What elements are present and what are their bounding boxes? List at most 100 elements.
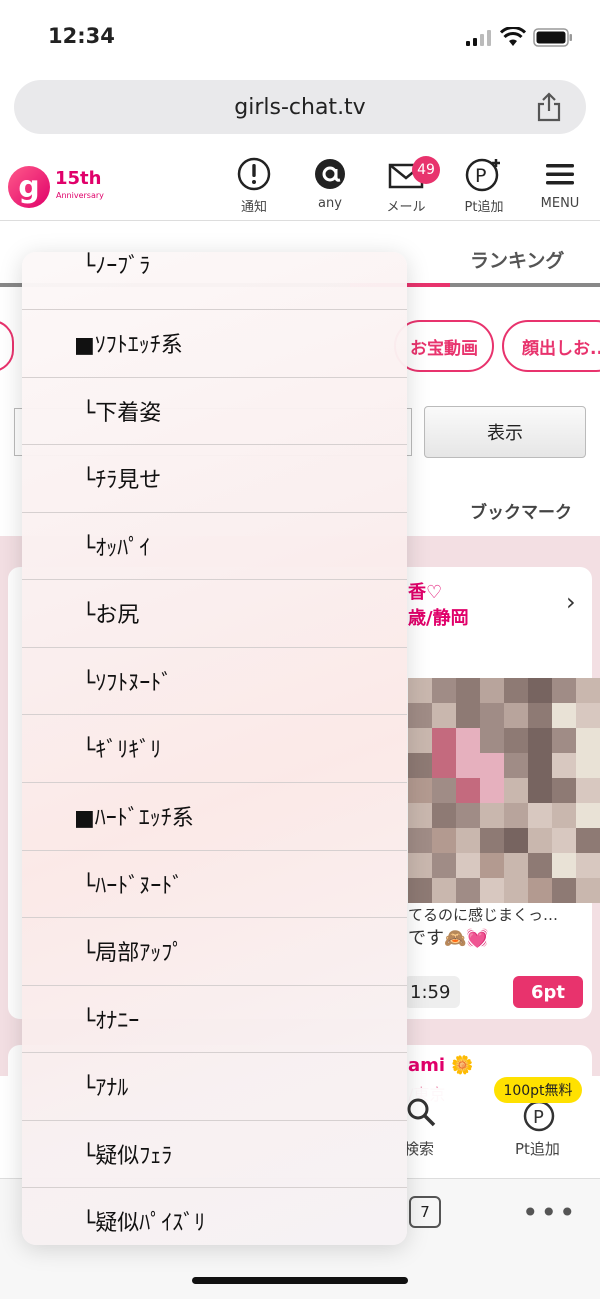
picker-option[interactable]: └ｵｯﾊﾟｲ [22, 512, 407, 579]
free-points-badge: 100pt無料 [494, 1077, 582, 1103]
mosaic-tile [552, 853, 576, 878]
pill-label: お宝動画 [410, 338, 478, 359]
mosaic-tile [480, 853, 504, 878]
cellular-signal-icon [466, 30, 491, 46]
svg-text:P: P [533, 1107, 544, 1128]
bookmark-link[interactable]: ブックマーク [470, 498, 572, 523]
search-icon[interactable] [405, 1096, 437, 1128]
mosaic-tile [576, 678, 600, 703]
mosaic-tile [432, 878, 456, 903]
pt-add-label: Pt追加 [464, 200, 504, 215]
mosaic-tile [408, 678, 432, 703]
picker-option[interactable]: └ｵﾅﾆｰ [22, 985, 407, 1052]
more-icon[interactable]: ••• [522, 1196, 578, 1229]
mosaic-tile [504, 753, 528, 778]
share-icon[interactable] [536, 92, 562, 122]
picker-option[interactable]: └ｱﾅﾙ [22, 1052, 407, 1119]
picker-option[interactable]: └ﾁﾗ見せ [22, 444, 407, 511]
performer-description: てるのに感じまくっ… [408, 906, 559, 924]
performer-age-location: 歳/静岡 [408, 608, 469, 629]
mosaic-tile [456, 828, 480, 853]
address-bar[interactable]: girls-chat.tv [14, 80, 586, 134]
mosaic-tile [480, 803, 504, 828]
mosaic-tile [576, 828, 600, 853]
mosaic-tile [504, 878, 528, 903]
bell-exclamation-icon [237, 157, 271, 191]
mosaic-tile [408, 828, 432, 853]
notification-label: 通知 [240, 200, 267, 215]
picker-option[interactable]: └ｷﾞﾘｷﾞﾘ [22, 714, 407, 781]
at-icon [315, 159, 345, 189]
home-indicator [192, 1277, 408, 1284]
mosaic-tile [480, 703, 504, 728]
mosaic-tile [552, 828, 576, 853]
mosaic-tile [504, 778, 528, 803]
mosaic-tile [480, 753, 504, 778]
picker-option[interactable]: └ﾊｰﾄﾞﾇｰﾄﾞ [22, 850, 407, 917]
mosaic-tile [432, 853, 456, 878]
picker-option[interactable]: ■ﾊｰﾄﾞｴｯﾁ系 [22, 782, 407, 849]
mosaic-tile [504, 728, 528, 753]
logo-15th: 15th [55, 168, 102, 189]
picker-option[interactable]: └下着姿 [22, 377, 407, 444]
mosaic-tile [504, 828, 528, 853]
chevron-right-icon[interactable]: › [566, 588, 576, 616]
pill-label: 顔出しお... [522, 338, 600, 359]
mosaic-tile [528, 878, 552, 903]
logo-anniversary: Anniversary [56, 191, 104, 200]
wifi-icon [500, 27, 526, 46]
mosaic-tile [552, 703, 576, 728]
mosaic-tile [528, 728, 552, 753]
mosaic-tile [576, 853, 600, 878]
pt-add-button[interactable]: P Pt追加 [448, 156, 520, 218]
mosaic-tile [408, 878, 432, 903]
category-pill-treasure[interactable]: お宝動画 [394, 320, 494, 372]
nav-pt-label: Pt追加 [515, 1140, 560, 1158]
mosaic-tile [576, 778, 600, 803]
category-pill-face[interactable]: 顔出しお... [502, 320, 600, 372]
picker-option[interactable]: └疑似ﾌｪﾗ [22, 1120, 407, 1187]
mail-label: メール [386, 200, 426, 215]
mosaic-tile [432, 828, 456, 853]
select-picker[interactable]: └ﾉｰﾌﾞﾗ ■ｿﾌﾄｴｯﾁ系 └下着姿 └ﾁﾗ見せ └ｵｯﾊﾟｲ └お尻 └ｿﾌﾄﾇｰﾄﾞ… [22, 252, 407, 1245]
picker-option[interactable]: └局部ｱｯﾌﾟ [22, 917, 407, 984]
mosaic-tile [480, 828, 504, 853]
site-logo[interactable]: g [8, 166, 50, 208]
pt-icon[interactable]: P [523, 1100, 555, 1132]
picker-option[interactable]: ■ｿﾌﾄｴｯﾁ系 [22, 309, 407, 376]
picker-option[interactable]: └ｿﾌﾄﾇｰﾄﾞ [22, 647, 407, 714]
mosaic-tile [552, 803, 576, 828]
mosaic-tile [432, 678, 456, 703]
mosaic-tile [552, 678, 576, 703]
mosaic-tile [432, 728, 456, 753]
performer-name-2: ami 🌼 [408, 1055, 474, 1076]
url-text: girls-chat.tv [234, 94, 366, 120]
mosaic-tile [408, 703, 432, 728]
mosaic-tile [528, 853, 552, 878]
menu-button[interactable]: MENU [524, 156, 596, 218]
mosaic-tile [408, 753, 432, 778]
any-label: any [318, 196, 342, 211]
category-pill-partial[interactable] [0, 320, 14, 372]
mosaic-tile [576, 878, 600, 903]
show-button[interactable]: 表示 [424, 406, 586, 458]
tab-ranking[interactable]: ランキング [470, 246, 564, 273]
notification-button[interactable]: 通知 [218, 156, 290, 218]
performer-name: 香♡ [408, 582, 443, 603]
mosaic-tile [432, 778, 456, 803]
mosaic-tile [408, 853, 432, 878]
battery-icon [533, 28, 572, 47]
mosaic-tile [408, 803, 432, 828]
mosaic-tile [456, 803, 480, 828]
picker-option[interactable]: └お尻 [22, 579, 407, 646]
menu-label: MENU [540, 196, 580, 211]
any-button[interactable]: any [294, 156, 366, 218]
picker-option[interactable]: └ﾉｰﾌﾞﾗ [22, 252, 407, 297]
mosaic-tile [432, 703, 456, 728]
mosaic-tile [480, 728, 504, 753]
tabs-button[interactable]: 7 [409, 1196, 441, 1228]
mosaic-tile [456, 878, 480, 903]
mosaic-tile [504, 853, 528, 878]
pixelated-thumbnail[interactable] [408, 678, 600, 904]
picker-option[interactable]: └疑似ﾊﾟｲｽﾞﾘ [22, 1187, 407, 1245]
